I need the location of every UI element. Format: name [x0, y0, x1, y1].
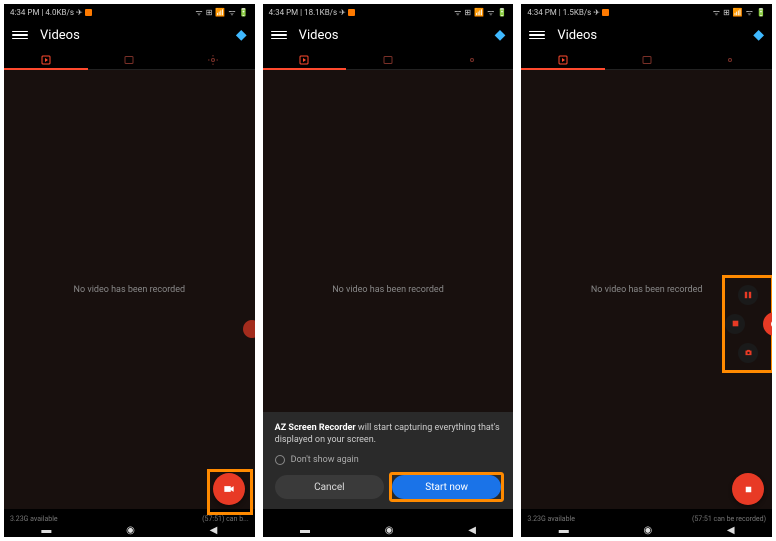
status-bar: 4:34 PM | 1.5KB/s ✈ ᯤ⊞📶ᯤ🔋 [521, 4, 772, 20]
tab-videos[interactable] [263, 50, 347, 69]
pause-icon [744, 291, 752, 299]
tab-images[interactable] [88, 50, 172, 69]
tab-images[interactable] [346, 50, 430, 69]
screenshot-1: 4:34 PM | 4.0KB/s ✈ ᯤ⊞📶ᯤ🔋 Videos ◆ No vi… [4, 4, 255, 537]
stop-icon [732, 320, 739, 327]
premium-icon[interactable]: ◆ [753, 27, 764, 43]
stop-icon [743, 484, 754, 495]
dont-show-label: Don't show again [291, 455, 359, 465]
storage-available: 3.23G available [527, 515, 575, 523]
tab-images[interactable] [605, 50, 689, 69]
tab-videos[interactable] [521, 50, 605, 69]
status-time: 4:34 PM [10, 8, 39, 17]
empty-message: No video has been recorded [74, 285, 186, 295]
camcorder-icon [222, 482, 236, 496]
app-header: Videos ◆ [4, 20, 255, 50]
stop-fab[interactable] [732, 473, 764, 505]
nav-back[interactable]: ◀ [210, 525, 218, 536]
page-title: Videos [557, 28, 753, 43]
cancel-button[interactable]: Cancel [275, 475, 384, 499]
nav-home[interactable]: ◉ [643, 525, 652, 536]
recording-indicator [602, 9, 609, 16]
nav-home[interactable]: ◉ [385, 525, 394, 536]
nav-back[interactable]: ◀ [468, 525, 476, 536]
status-speed: 4.0KB/s [45, 8, 74, 17]
pause-button[interactable] [738, 285, 758, 305]
tab-bar [521, 50, 772, 70]
page-title: Videos [40, 28, 236, 43]
tab-videos[interactable] [4, 50, 88, 69]
menu-icon[interactable] [12, 31, 28, 40]
recording-indicator [85, 9, 92, 16]
dialog-text: AZ Screen Recorder will start capturing … [275, 422, 502, 447]
tab-settings[interactable] [688, 50, 772, 69]
start-now-button[interactable]: Start now [392, 475, 501, 499]
menu-icon[interactable] [271, 31, 287, 40]
content-area: No video has been recorded [4, 70, 255, 509]
floating-bubble[interactable] [243, 320, 255, 338]
record-fab[interactable] [213, 473, 245, 505]
floating-main-button[interactable] [763, 312, 772, 336]
android-nav: ▬ ◉ ◀ [521, 523, 772, 537]
app-header: Videos ◆ [521, 20, 772, 50]
content-area: No video has been recorded [521, 70, 772, 509]
recording-indicator [348, 9, 355, 16]
premium-icon[interactable]: ◆ [495, 27, 506, 43]
empty-message: No video has been recorded [591, 285, 703, 295]
empty-message: No video has been recorded [332, 285, 444, 295]
android-nav: ▬ ◉ ◀ [4, 523, 255, 537]
dont-show-checkbox[interactable] [275, 455, 285, 465]
camera-icon [744, 348, 753, 357]
screenshot-3: 4:34 PM | 1.5KB/s ✈ ᯤ⊞📶ᯤ🔋 Videos ◆ No vi… [521, 4, 772, 537]
floating-toolbar [722, 275, 772, 373]
nav-home[interactable]: ◉ [126, 525, 135, 536]
app-header: Videos ◆ [263, 20, 514, 50]
page-title: Videos [299, 28, 495, 43]
screenshot-button[interactable] [738, 343, 758, 363]
record-time-remaining: (57:51) can b... [202, 515, 249, 523]
status-bar: 4:34 PM | 18.1KB/s ✈ ᯤ⊞📶ᯤ🔋 [263, 4, 514, 20]
storage-available: 3.23G available [10, 515, 58, 523]
nav-recents[interactable]: ▬ [300, 525, 310, 536]
tab-settings[interactable] [171, 50, 255, 69]
dont-show-row[interactable]: Don't show again [275, 455, 502, 465]
record-time-remaining: (57:51 can be recorded) [692, 515, 766, 523]
status-bar: 4:34 PM | 4.0KB/s ✈ ᯤ⊞📶ᯤ🔋 [4, 4, 255, 20]
android-nav: ▬ ◉ ◀ [263, 523, 514, 537]
tab-settings[interactable] [430, 50, 514, 69]
bottom-status: 3.23G available (57:51 can be recorded) [521, 515, 772, 523]
premium-icon[interactable]: ◆ [236, 27, 247, 43]
menu-icon[interactable] [529, 31, 545, 40]
stop-inline-button[interactable] [725, 314, 745, 334]
nav-recents[interactable]: ▬ [559, 525, 569, 536]
nav-recents[interactable]: ▬ [41, 525, 51, 536]
tab-bar [4, 50, 255, 70]
screenshot-2: 4:34 PM | 18.1KB/s ✈ ᯤ⊞📶ᯤ🔋 Videos ◆ No v… [263, 4, 514, 537]
permission-dialog: AZ Screen Recorder will start capturing … [263, 412, 514, 509]
tab-bar [263, 50, 514, 70]
nav-back[interactable]: ◀ [727, 525, 735, 536]
bottom-status: 3.23G available (57:51) can b... [4, 515, 255, 523]
